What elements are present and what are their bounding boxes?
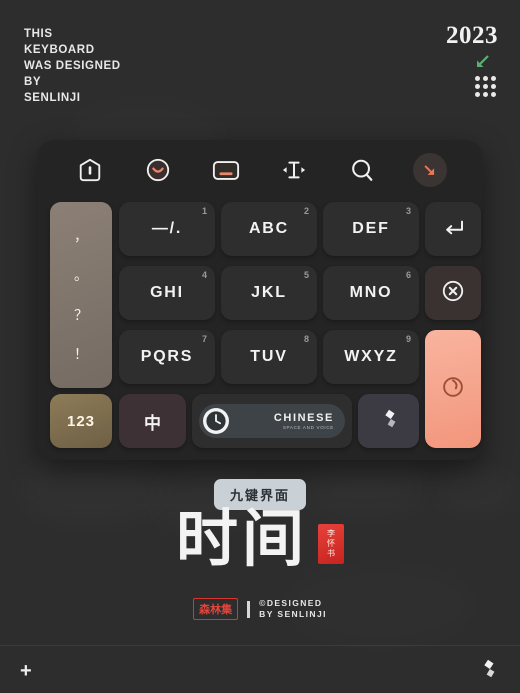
punctuation-question: ？ (74, 306, 88, 323)
space-primary-label: CHINESE (273, 412, 334, 424)
space-secondary-label: SPACE AND VOICE (282, 425, 334, 430)
collapse-icon[interactable] (413, 153, 447, 187)
tagline-line: KEYBOARD (24, 44, 95, 56)
key-8[interactable]: TUV 8 (221, 330, 317, 384)
space-key[interactable]: CHINESE SPACE AND VOICE (192, 394, 352, 448)
key-number: 6 (405, 270, 411, 280)
tagline-line: SENLINJI (24, 92, 81, 104)
key-label: PQRS (140, 348, 194, 365)
tagline: THIS KEYBOARD WAS DESIGNED BY SENLINJI (24, 26, 121, 106)
cursor-text-icon[interactable] (277, 153, 311, 187)
search-icon[interactable] (345, 153, 379, 187)
key-number: 1 (201, 206, 207, 216)
key-label: DEF (352, 220, 390, 237)
key-label: 中 (144, 413, 161, 433)
keyboard-icon[interactable] (209, 153, 243, 187)
punctuation-exclaim: ！ (74, 346, 88, 363)
key-4[interactable]: GHI 4 (119, 266, 215, 320)
voice-send-key[interactable] (425, 330, 481, 448)
home-icon[interactable] (73, 153, 107, 187)
seal-char: 李 (327, 529, 335, 538)
plus-icon[interactable]: + (20, 661, 32, 681)
app-root: THIS KEYBOARD WAS DESIGNED BY SENLINJI 2… (0, 0, 520, 693)
key-number: 5 (303, 270, 309, 280)
tagline-line: BY (24, 76, 42, 88)
emoji-icon[interactable] (141, 153, 175, 187)
sticker-icon (377, 407, 401, 436)
seal-stamp: 李 怀 书 (318, 524, 344, 564)
credit-line-2: BY SENLINJI (259, 609, 327, 619)
key-number: 3 (405, 206, 411, 216)
voice-circle-icon (439, 373, 467, 406)
return-key[interactable] (425, 202, 481, 256)
numeric-key[interactable]: 123 (50, 394, 112, 448)
punctuation-comma: ， (74, 227, 88, 244)
key-number: 4 (201, 270, 207, 280)
key-7[interactable]: PQRS 7 (119, 330, 215, 384)
delete-key[interactable] (425, 266, 481, 320)
key-label: GHI (150, 284, 184, 301)
key-1[interactable]: —/. 1 (119, 202, 215, 256)
space-pill: CHINESE SPACE AND VOICE (199, 404, 345, 438)
space-label-group: CHINESE SPACE AND VOICE (274, 412, 338, 430)
key-number: 7 (201, 334, 207, 344)
delete-circle-icon (441, 279, 465, 308)
seal-char: 怀 (327, 539, 335, 548)
punctuation-key[interactable]: ， 。 ？ ！ (50, 202, 112, 388)
clock-icon (203, 408, 229, 434)
punctuation-period: 。 (74, 267, 88, 284)
key-number: 9 (405, 334, 411, 344)
key-label: ABC (248, 220, 290, 237)
credit-text: ©DESIGNED BY SENLINJI (259, 598, 327, 620)
key-5[interactable]: JKL 5 (221, 266, 317, 320)
credit-divider (247, 600, 251, 618)
key-number: 2 (303, 206, 309, 216)
key-label: JKL (251, 284, 287, 301)
sticker-key[interactable] (358, 394, 419, 448)
key-label: MNO (349, 284, 393, 301)
seal-char: 书 (327, 549, 335, 558)
footer-divider (0, 645, 520, 646)
key-3[interactable]: DEF 3 (323, 202, 419, 256)
arrow-down-left-icon (472, 52, 492, 72)
key-number: 8 (303, 334, 309, 344)
key-label: 123 (66, 412, 96, 430)
brand-stamp: 森林集 (193, 598, 239, 620)
key-grid: ， 。 ？ ！ —/. 1 ABC 2 DEF 3 GHI 4 JKL 5 MN… (50, 202, 481, 450)
return-icon (441, 218, 465, 241)
key-2[interactable]: ABC 2 (221, 202, 317, 256)
key-9[interactable]: WXYZ 9 (323, 330, 419, 384)
tagline-line: WAS DESIGNED (24, 60, 121, 72)
key-label: —/. (151, 220, 183, 237)
sticker-logo-icon[interactable] (476, 657, 500, 681)
keyboard-panel: ， 。 ？ ！ —/. 1 ABC 2 DEF 3 GHI 4 JKL 5 MN… (38, 140, 482, 460)
key-6[interactable]: MNO 6 (323, 266, 419, 320)
dot-grid-icon[interactable] (475, 76, 496, 97)
keyboard-toolbar (38, 140, 482, 200)
credit-line-1: ©DESIGNED (259, 598, 323, 608)
year-label: 2023 (446, 22, 498, 49)
key-label: WXYZ (344, 348, 398, 365)
language-key[interactable]: 中 (119, 394, 186, 448)
key-label: TUV (250, 348, 288, 365)
tagline-line: THIS (24, 28, 53, 40)
title-group: 时间 李 怀 书 (0, 508, 520, 570)
page-title: 时间 (175, 502, 308, 575)
credit-group: 森林集 ©DESIGNED BY SENLINJI (0, 598, 520, 620)
